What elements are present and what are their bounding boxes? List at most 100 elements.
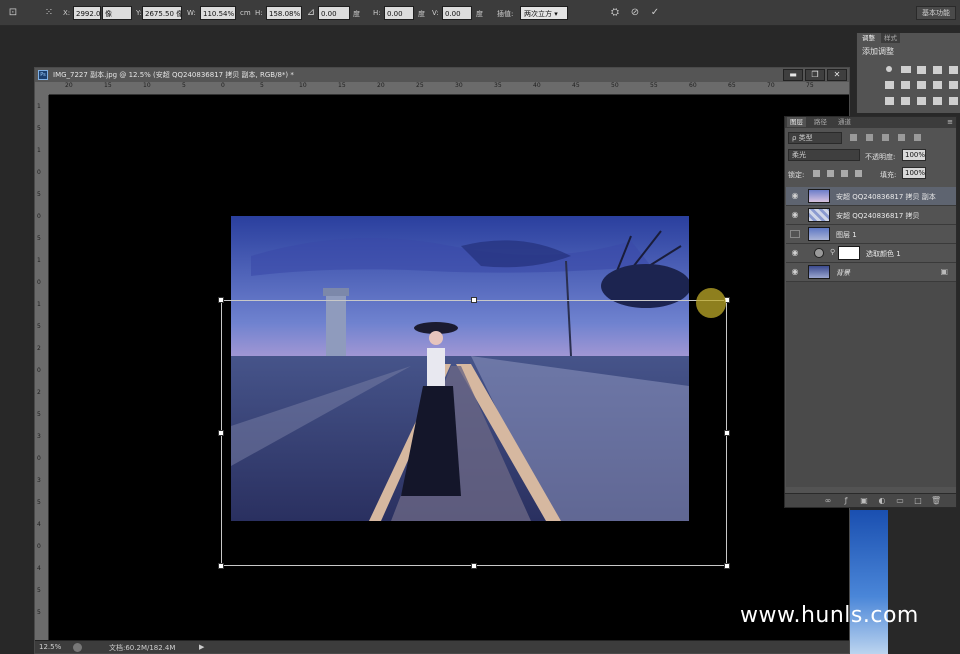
ruler-left-label: 0 xyxy=(37,367,41,374)
status-info-icon[interactable] xyxy=(73,643,82,652)
reference-point-icon[interactable]: ⁙ xyxy=(42,6,56,20)
status-menu-arrow-icon[interactable]: ▶ xyxy=(199,643,204,651)
eye-icon[interactable]: ◉ xyxy=(790,249,800,257)
exposure-icon xyxy=(933,66,942,74)
eye-icon[interactable]: ◉ xyxy=(790,192,800,200)
photo-filter-icon xyxy=(933,81,942,89)
tab-styles[interactable]: 样式 xyxy=(881,33,900,43)
layer-row[interactable]: ◉ ⚲ 选取颜色 1 xyxy=(786,244,956,263)
layer-row[interactable]: ◉ 安超 QQ240836817 拷贝 副本 xyxy=(786,187,956,206)
transform-tool-icon[interactable]: ⊡ xyxy=(6,6,20,20)
layer-row[interactable]: 图层 1 xyxy=(786,225,956,244)
ruler-top-label: 20 xyxy=(65,82,73,89)
link-layers-icon[interactable]: ∞ xyxy=(823,496,833,506)
invert-icon xyxy=(885,97,894,105)
vibrance-icon xyxy=(949,66,958,74)
filter-kind-select[interactable]: ρ 类型 xyxy=(788,132,842,144)
handle-bottom-left[interactable] xyxy=(218,563,224,569)
ruler-top-label: 70 xyxy=(767,82,775,89)
blend-mode-select[interactable]: 柔光 xyxy=(788,149,860,161)
y-label: Y: xyxy=(136,9,142,17)
x-label: X: xyxy=(63,9,71,17)
handle-middle-left[interactable] xyxy=(218,430,224,436)
layer-row[interactable]: ◉ 安超 QQ240836817 拷贝 xyxy=(786,206,956,225)
ruler-top[interactable]: 20 15 10 5 0 5 10 15 20 25 30 35 40 45 50 55 60 65 70 75 xyxy=(49,82,849,95)
lock-icons[interactable] xyxy=(811,169,867,179)
fill-label: 填充: xyxy=(880,171,897,179)
vskew-input[interactable]: 0.00 xyxy=(442,6,472,20)
options-bar: ⊡ ⁙ X: 2992.0 像 Y: 2675.50 像 W: 110.54% … xyxy=(0,0,960,26)
hskew-unit: 度 xyxy=(418,10,425,18)
layer-row[interactable]: ◉ 背景 ▣ xyxy=(786,263,956,282)
eye-hidden-icon[interactable] xyxy=(790,230,800,238)
ruler-top-label: 50 xyxy=(611,82,619,89)
fx-icon[interactable]: ƒ xyxy=(841,496,851,506)
layers-footer: ∞ ƒ ▣ ◐ ▭ □ 🗑 xyxy=(785,493,956,507)
link-icon[interactable]: ⚲ xyxy=(830,248,835,256)
warp-mode-icon[interactable]: ⛭ xyxy=(608,6,622,20)
tab-layers[interactable]: 图层 xyxy=(787,117,806,127)
layer-thumbnail xyxy=(808,227,830,241)
add-mask-icon[interactable]: ▣ xyxy=(859,496,869,506)
panel-menu-icon[interactable]: ≡ xyxy=(947,118,953,126)
handle-top-middle[interactable] xyxy=(471,297,477,303)
cancel-transform-icon[interactable]: ⊘ xyxy=(628,6,642,20)
angle-input[interactable]: 0.00 xyxy=(318,6,350,20)
tab-adjustments[interactable]: 调整 xyxy=(859,33,878,43)
ruler-left-label: 5 xyxy=(37,587,41,594)
zoom-level[interactable]: 12.5% xyxy=(39,643,61,651)
ruler-origin[interactable] xyxy=(35,82,49,95)
adjustment-icons[interactable] xyxy=(881,61,960,111)
x-input[interactable]: 2992.0 xyxy=(73,6,101,20)
transform-box[interactable] xyxy=(218,297,730,569)
width-input[interactable]: 110.54% xyxy=(200,6,236,20)
handle-bottom-right[interactable] xyxy=(724,563,730,569)
handle-top-left[interactable] xyxy=(218,297,224,303)
ruler-left-label: 1 xyxy=(37,301,41,308)
tab-paths[interactable]: 路径 xyxy=(811,117,830,127)
hskew-input[interactable]: 0.00 xyxy=(384,6,414,20)
document-titlebar[interactable]: Ps IMG_7227 副本.jpg @ 12.5% (安超 QQ2408368… xyxy=(35,68,849,82)
lock-label: 锁定: xyxy=(788,171,805,179)
eye-icon[interactable]: ◉ xyxy=(790,268,800,276)
fill-input[interactable]: 100% xyxy=(902,167,926,179)
eye-icon[interactable]: ◉ xyxy=(790,211,800,219)
document-statusbar: 12.5% 文档:60.2M/182.4M ▶ xyxy=(35,640,849,653)
ruler-left[interactable]: 151050510152025303540455 xyxy=(35,95,49,642)
selective-color-icon xyxy=(933,97,942,105)
opacity-label: 不透明度: xyxy=(865,153,896,161)
filter-icons[interactable] xyxy=(848,133,948,143)
layers-tabs: 图层 路径 通道 ≡ xyxy=(785,117,956,128)
x-unit-field[interactable]: 像 xyxy=(102,6,132,20)
w-label: W: xyxy=(187,9,196,17)
canvas-area[interactable] xyxy=(49,95,849,642)
handle-middle-right[interactable] xyxy=(724,430,730,436)
commit-transform-icon[interactable]: ✓ xyxy=(648,6,662,20)
interpolation-select[interactable]: 两次立方 ▾ xyxy=(520,6,568,20)
new-group-icon[interactable]: ▭ xyxy=(895,496,905,506)
handle-bottom-middle[interactable] xyxy=(471,563,477,569)
ruler-left-label: 0 xyxy=(37,279,41,286)
color-balance-icon xyxy=(901,81,910,89)
layer-thumbnail xyxy=(808,265,830,279)
ruler-top-label: 5 xyxy=(260,82,264,89)
delete-layer-icon[interactable]: 🗑 xyxy=(931,496,941,506)
ruler-top-label: 20 xyxy=(377,82,385,89)
height-input[interactable]: 158.08% xyxy=(266,6,302,20)
restore-button[interactable]: ❐ xyxy=(805,69,825,81)
opacity-input[interactable]: 100% xyxy=(902,149,926,161)
close-button[interactable]: ✕ xyxy=(827,69,847,81)
new-layer-icon[interactable]: □ xyxy=(913,496,923,506)
ps-icon: Ps xyxy=(38,70,48,80)
minimize-button[interactable]: ▬ xyxy=(783,69,803,81)
workspace-button[interactable]: 基本功能 xyxy=(916,6,956,20)
y-input[interactable]: 2675.50 像 xyxy=(142,6,182,20)
ruler-top-label: 15 xyxy=(338,82,346,89)
link-unit[interactable]: cm xyxy=(240,9,251,17)
tab-channels[interactable]: 通道 xyxy=(835,117,854,127)
levels-icon xyxy=(901,66,911,73)
layer-thumbnail xyxy=(808,189,830,203)
ruler-top-label: 30 xyxy=(455,82,463,89)
lock-icon: ▣ xyxy=(940,267,948,276)
new-adjustment-icon[interactable]: ◐ xyxy=(877,496,887,506)
